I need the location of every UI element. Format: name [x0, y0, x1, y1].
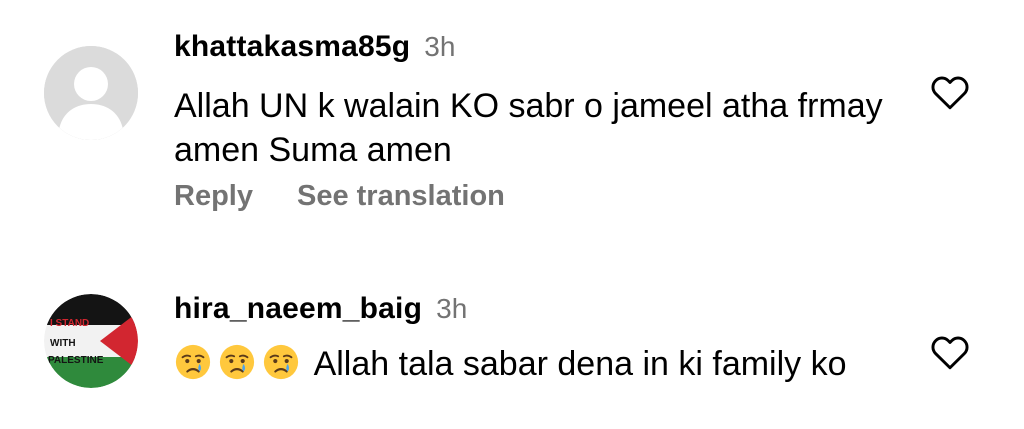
heart-outline-icon[interactable] [928, 70, 972, 114]
avatar-text-line3: PALESTINE [48, 355, 104, 366]
crying-face-emoji-icon [175, 344, 211, 380]
comment-header: hira_naeem_baig 3h [174, 292, 467, 326]
timestamp: 3h [436, 293, 468, 324]
avatar[interactable] [44, 46, 138, 140]
palestine-flag-avatar: I STAND WITH PALESTINE [44, 294, 138, 388]
comment-item: khattakasma85g 3h Allah UN k walain KO s… [0, 0, 1024, 250]
avatar-text-line1: I STAND [50, 318, 89, 329]
username[interactable]: hira_naeem_baig [174, 292, 422, 326]
avatar[interactable]: I STAND WITH PALESTINE [44, 294, 138, 388]
crying-face-emoji-icon [219, 344, 255, 380]
see-translation-button[interactable]: See translation [297, 180, 505, 213]
comment-item: I STAND WITH PALESTINE hira_naeem_baig 3… [0, 250, 1024, 429]
heart-outline-icon[interactable] [928, 330, 972, 374]
comment-text: Allah UN k walain KO sabr o jameel atha … [174, 87, 883, 169]
username[interactable]: khattakasma85g [174, 30, 410, 64]
comment-text: Allah tala sabar dena in ki family ko [174, 342, 894, 386]
timestamp: 3h [424, 31, 456, 62]
default-avatar-icon [44, 46, 138, 140]
avatar-text-line2: WITH [50, 338, 76, 349]
comment-header: khattakasma85g 3h [174, 30, 455, 64]
reply-button[interactable]: Reply [174, 180, 253, 213]
comment-actions: Reply See translation [174, 180, 505, 213]
crying-face-emoji-icon [263, 344, 299, 380]
comment-text-body: Allah tala sabar dena in ki family ko [313, 345, 847, 383]
